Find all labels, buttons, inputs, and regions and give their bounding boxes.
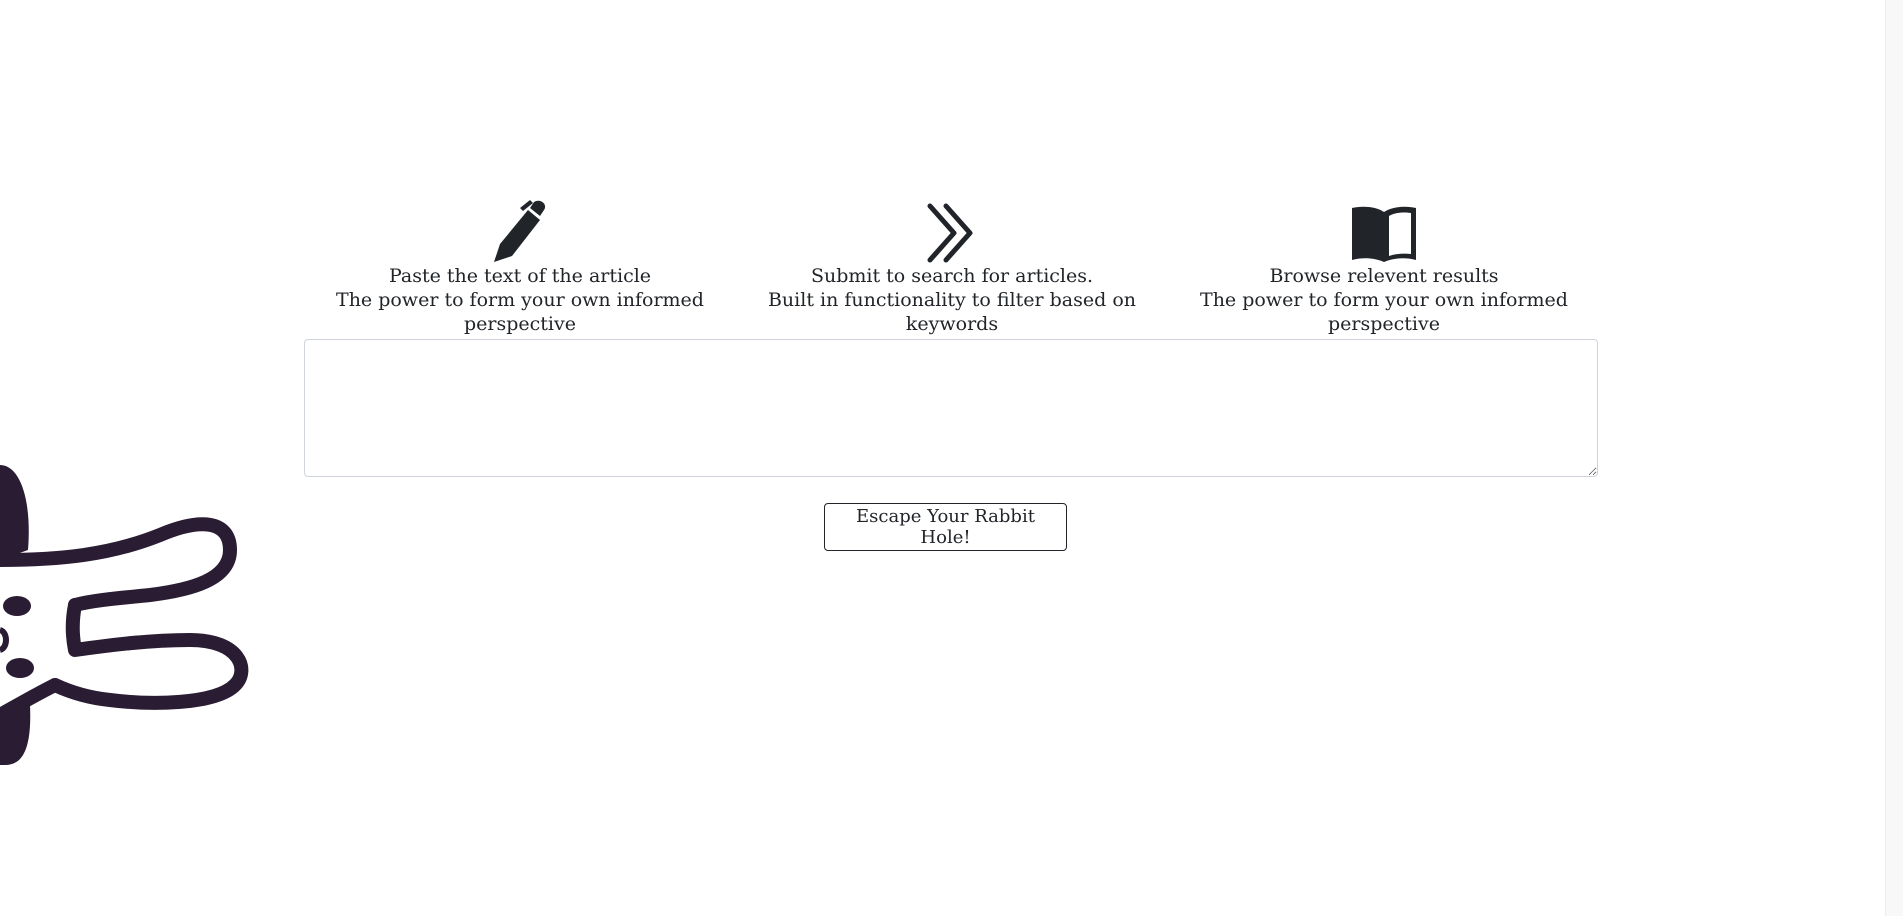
vertical-scrollbar[interactable] bbox=[1885, 0, 1903, 916]
steps-row: Paste the text of the article The power … bbox=[304, 196, 1600, 336]
step-paste-description: The power to form your own informed pers… bbox=[336, 289, 704, 335]
step-browse-description: The power to form your own informed pers… bbox=[1200, 289, 1568, 335]
step-submit-title: Submit to search for articles. bbox=[810, 265, 1094, 287]
pen-icon bbox=[304, 196, 736, 264]
step-browse: Browse relevent results The power to for… bbox=[1168, 196, 1600, 336]
open-book-icon bbox=[1168, 196, 1600, 264]
step-paste-title: Paste the text of the article bbox=[388, 265, 652, 287]
article-text-input[interactable] bbox=[304, 339, 1598, 477]
rabbit-logo-icon bbox=[0, 465, 249, 765]
double-chevron-right-icon bbox=[736, 196, 1168, 264]
step-paste: Paste the text of the article The power … bbox=[304, 196, 736, 336]
step-submit: Submit to search for articles. Built in … bbox=[736, 196, 1168, 336]
step-browse-title: Browse relevent results bbox=[1269, 265, 1499, 287]
step-submit-description: Built in functionality to filter based o… bbox=[767, 289, 1137, 335]
page: Paste the text of the article The power … bbox=[0, 0, 1903, 916]
escape-rabbit-hole-button[interactable]: Escape Your Rabbit Hole! bbox=[824, 503, 1067, 551]
